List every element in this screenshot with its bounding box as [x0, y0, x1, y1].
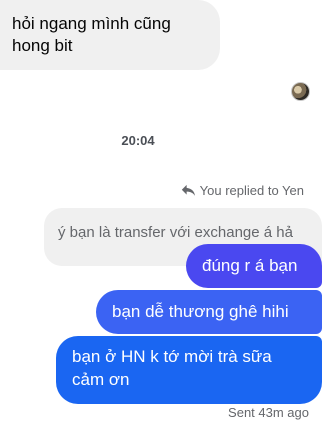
reply-label: You replied to Yen	[199, 183, 304, 198]
outgoing-message[interactable]: bạn dễ thương ghê hihi	[96, 290, 322, 334]
incoming-message-text: hỏi ngang mình cũng hong bit	[12, 14, 171, 55]
sent-status: Sent 43m ago	[228, 405, 309, 420]
outgoing-message[interactable]: đúng r á bạn	[186, 244, 322, 288]
outgoing-message-text: bạn ở HN k tớ mời trà sữa cảm ơn	[72, 347, 272, 389]
seen-avatar	[291, 82, 310, 101]
outgoing-message[interactable]: bạn ở HN k tớ mời trà sữa cảm ơn	[56, 336, 322, 404]
message-timestamp: 20:04	[121, 133, 155, 148]
quoted-message-text: ý bạn là transfer với exchange á hả	[58, 224, 293, 241]
reply-arrow-icon	[181, 184, 195, 196]
outgoing-message-text: đúng r á bạn	[202, 256, 298, 275]
outgoing-message-text: bạn dễ thương ghê hihi	[112, 302, 289, 321]
incoming-message[interactable]: hỏi ngang mình cũng hong bit	[0, 0, 220, 70]
reply-indicator: You replied to Yen	[181, 183, 304, 198]
